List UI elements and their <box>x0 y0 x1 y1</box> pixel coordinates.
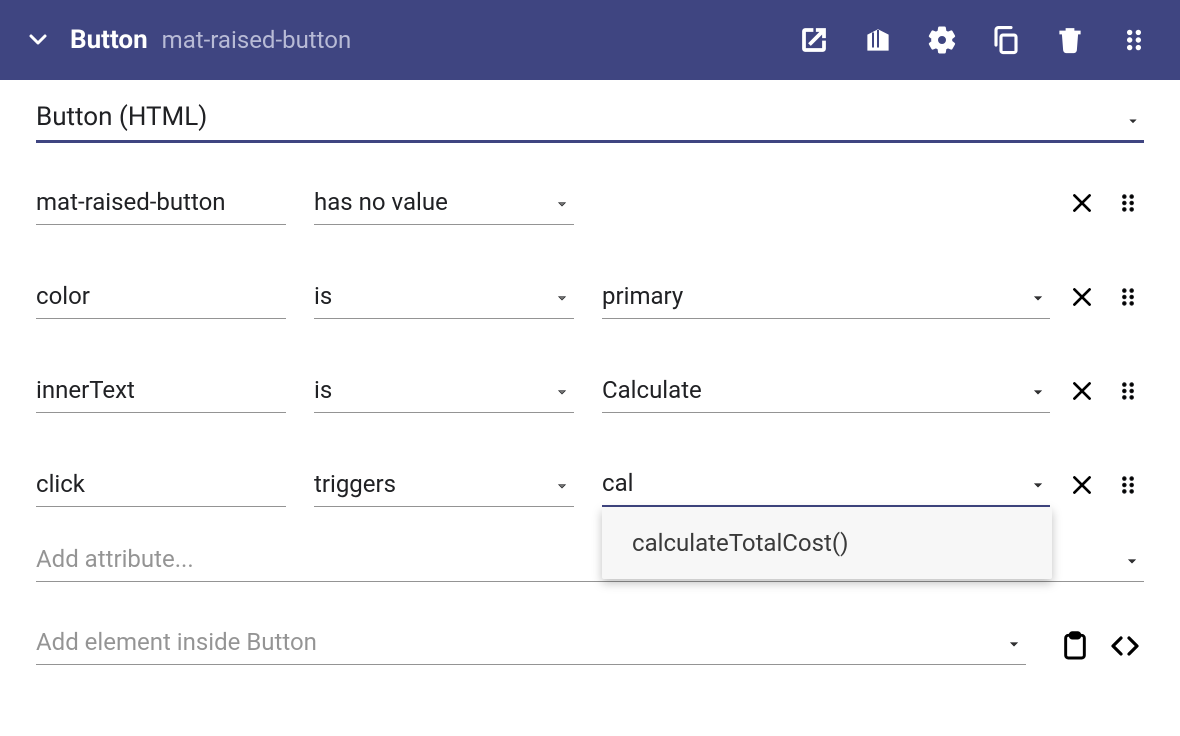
dropdown-caret-icon[interactable] <box>1026 473 1050 497</box>
drag-row-icon[interactable] <box>1112 375 1144 407</box>
dropdown-caret-icon[interactable] <box>550 192 574 216</box>
remove-attribute-icon[interactable] <box>1066 187 1098 219</box>
attribute-name-text: innerText <box>36 376 286 404</box>
attribute-row: click triggers cal <box>36 445 1144 507</box>
attribute-name-input[interactable]: color <box>36 276 286 319</box>
dropdown-caret-icon[interactable] <box>1026 380 1050 404</box>
add-element-placeholder: Add element inside Button <box>36 628 994 656</box>
dropdown-caret-icon[interactable] <box>550 286 574 310</box>
code-icon[interactable] <box>1106 627 1144 665</box>
add-element-row: Add element inside Button <box>36 622 1144 665</box>
clipboard-icon[interactable] <box>1056 627 1094 665</box>
drag-row-icon[interactable] <box>1112 469 1144 501</box>
attribute-value-text: primary <box>602 282 1018 310</box>
dropdown-caret-icon[interactable] <box>1122 110 1144 132</box>
attribute-row: color is primary <box>36 257 1144 319</box>
attribute-operator-text: has no value <box>314 188 542 216</box>
remove-attribute-icon[interactable] <box>1066 469 1098 501</box>
attribute-operator-text: is <box>314 376 542 404</box>
attribute-value-text: Calculate <box>602 376 1018 404</box>
autocomplete-dropdown: calculateTotalCost() <box>602 507 1052 579</box>
remove-attribute-icon[interactable] <box>1066 281 1098 313</box>
element-type-select[interactable]: Button (HTML) <box>36 96 1144 143</box>
drag-row-icon[interactable] <box>1112 281 1144 313</box>
palette-icon[interactable] <box>856 18 900 62</box>
dropdown-caret-icon[interactable] <box>1120 549 1144 573</box>
element-subtitle: mat-raised-button <box>162 26 352 54</box>
attribute-name-input[interactable]: mat-raised-button <box>36 182 286 225</box>
attribute-value-text: cal <box>602 469 1018 497</box>
open-in-new-icon[interactable] <box>792 18 836 62</box>
dropdown-caret-icon[interactable] <box>1026 286 1050 310</box>
drag-row-icon[interactable] <box>1112 187 1144 219</box>
attribute-operator-text: is <box>314 282 542 310</box>
attribute-name-text: click <box>36 470 286 498</box>
attribute-row: mat-raised-button has no value <box>36 163 1144 225</box>
delete-icon[interactable] <box>1048 18 1092 62</box>
element-type-value: Button (HTML) <box>36 102 1122 132</box>
attribute-value-input[interactable]: Calculate <box>602 370 1050 413</box>
settings-icon[interactable] <box>920 18 964 62</box>
drag-handle-icon[interactable] <box>1112 18 1156 62</box>
attribute-name-text: color <box>36 282 286 310</box>
attribute-operator-select[interactable]: is <box>314 276 574 319</box>
copy-icon[interactable] <box>984 18 1028 62</box>
dropdown-caret-icon[interactable] <box>1002 632 1026 656</box>
autocomplete-option[interactable]: calculateTotalCost() <box>632 529 1022 557</box>
attribute-row: innerText is Calculate <box>36 351 1144 413</box>
attribute-value-input[interactable]: primary <box>602 276 1050 319</box>
attribute-operator-select[interactable]: triggers <box>314 464 574 507</box>
collapse-toggle[interactable] <box>24 26 52 54</box>
attribute-name-input[interactable]: click <box>36 464 286 507</box>
dropdown-caret-icon[interactable] <box>550 380 574 404</box>
attribute-operator-select[interactable]: is <box>314 370 574 413</box>
element-header: Button mat-raised-button <box>0 0 1180 80</box>
attribute-name-text: mat-raised-button <box>36 188 286 216</box>
add-element-input[interactable]: Add element inside Button <box>36 622 1026 665</box>
attribute-value-input[interactable]: cal <box>602 463 1050 507</box>
dropdown-caret-icon[interactable] <box>550 474 574 498</box>
attribute-operator-select[interactable]: has no value <box>314 182 574 225</box>
element-title: Button <box>70 25 148 55</box>
attribute-operator-text: triggers <box>314 470 542 498</box>
element-editor: Button (HTML) mat-raised-button has no v… <box>0 80 1180 665</box>
remove-attribute-icon[interactable] <box>1066 375 1098 407</box>
attribute-name-input[interactable]: innerText <box>36 370 286 413</box>
